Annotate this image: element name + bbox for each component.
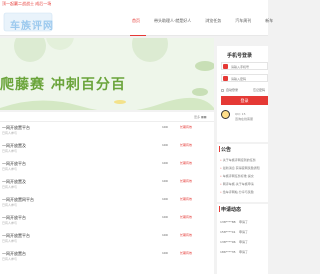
announcement-text: 给车评网帖·分享与奖励 (222, 190, 254, 194)
announcement-item[interactable]: •关于车族评网接到的任务 (220, 158, 256, 162)
row-count: 100 (162, 179, 168, 183)
row-status: 长期有效 (180, 161, 193, 165)
applicant-name: 138****88 (220, 220, 236, 224)
remember-label: 自动登录 (226, 88, 239, 92)
row-subtitle: 已有人参与 (2, 131, 18, 135)
applications-title: 申请动态 (218, 206, 242, 213)
qq-avatar-icon (221, 110, 230, 119)
page: 顶一起赢二战战士 成后一场 车族评网 首页 带头助理人·就是好人 浏览任务 汽车… (0, 0, 273, 274)
row-count: 100 (162, 197, 168, 201)
announcements-panel: 公告 •关于车族评网接到的任务 •最新消息 获得官网奖励通知 •车族评网任务标准… (217, 144, 268, 202)
applicant-name: 138****06 (220, 240, 236, 244)
forgot-password-link[interactable]: 忘记密码 (253, 88, 265, 92)
banner-slogan: 爬藤赛 冲刺百分百 (0, 77, 126, 93)
row-count: 100 (162, 143, 168, 147)
table-row[interactable]: 一网开放平台 已有人参与 100 长期有效 (0, 159, 214, 177)
row-subtitle: 已有人参与 (2, 167, 18, 171)
header: 车族评网 首页 带头助理人·就是好人 浏览任务 汽车周刊 新车 (0, 8, 273, 36)
row-count: 100 (162, 233, 168, 237)
slogan-bar: 顶一起赢二战战士 成后一场 (0, 0, 268, 8)
username-input[interactable] (231, 64, 267, 69)
main-nav: 首页 带头助理人·就是好人 浏览任务 汽车周刊 新车 (130, 18, 285, 24)
username-field[interactable] (221, 62, 268, 70)
row-subtitle: 已有人参与 (2, 185, 18, 189)
table-row[interactable]: 一网开放置平台 已有人参与 100 长期有效 (0, 231, 214, 249)
row-subtitle: 已有人参与 (2, 257, 18, 261)
row-count: 100 (162, 161, 168, 165)
table-row[interactable]: 一网开放置网平台 已有人参与 100 长期有效 (0, 195, 214, 213)
announcement-text: 车族评网任务标准 提交 (222, 174, 254, 178)
remember-me[interactable]: 自动登录 (221, 88, 238, 92)
qq-number: QQ: 15 (235, 112, 246, 116)
online-service-link[interactable]: 咨询在线客服 (235, 117, 253, 121)
announcement-item[interactable]: •最新消息 获得官网奖励通知 (220, 166, 260, 170)
row-status: 长期有效 (180, 143, 193, 147)
applicant-action: 申请了 (239, 240, 249, 244)
table-row[interactable]: 一网开放置及 已有人参与 100 长期有效 (0, 141, 214, 159)
nav-home[interactable]: 首页 (130, 18, 142, 24)
row-count: 100 (162, 125, 168, 129)
table-row[interactable]: 一网开放平台 已有人参与 100 长期有效 (0, 213, 214, 231)
nav-active-indicator (130, 35, 146, 36)
row-count: 100 (162, 215, 168, 219)
row-status: 长期有效 (180, 197, 193, 201)
applicant-name: 186****35 (220, 250, 236, 254)
password-field[interactable] (221, 74, 268, 82)
password-input[interactable] (231, 76, 267, 81)
lock-icon (223, 76, 228, 81)
remember-checkbox[interactable] (221, 88, 224, 92)
table-row[interactable]: 一网开放置平台 已有人参与 100 长期有效 (0, 123, 214, 141)
announcement-text: 关于车族评网接到的任务 (222, 158, 256, 162)
applicant-name: 158****41 (220, 230, 236, 234)
row-status: 长期有效 (180, 233, 193, 237)
row-subtitle: 已有人参与 (2, 203, 18, 207)
announcement-text: 最新消息 获得官网奖励通知 (222, 166, 260, 170)
logo[interactable]: 车族评网 (2, 11, 54, 33)
row-count: 100 (162, 251, 168, 255)
logo-text: 车族评网 (10, 21, 54, 32)
row-status: 长期有效 (180, 215, 193, 219)
table-row[interactable]: 一网开放置台 已有人参与 100 长期有效 (0, 249, 214, 267)
nav-helpers[interactable]: 带头助理人·就是好人 (152, 18, 193, 24)
slogan-text: 顶一起赢二战战士 成后一场 (2, 1, 52, 6)
list-header: 更多 ■■ (0, 112, 214, 122)
announcement-text: 网评车族·关于车族申请 (222, 182, 254, 186)
row-subtitle: 已有人参与 (2, 149, 18, 153)
applicant-action: 申请了 (239, 250, 249, 254)
announcement-item[interactable]: •给车评网帖·分享与奖励 (220, 190, 254, 194)
row-subtitle: 已有人参与 (2, 239, 18, 243)
announcements-title: 公告 (218, 146, 232, 153)
row-status: 长期有效 (180, 179, 193, 183)
row-status: 长期有效 (180, 251, 193, 255)
applicant-action: 申请了 (239, 220, 249, 224)
applications-panel: 申请动态 138****88 申请了 158****41 申请了 138****… (217, 204, 268, 274)
applicant-action: 申请了 (239, 230, 249, 234)
list-more-link[interactable]: 更多 ■■ (194, 115, 207, 119)
nav-new-cars[interactable]: 新车 (263, 18, 275, 24)
nav-weekly[interactable]: 汽车周刊 (233, 18, 253, 24)
task-list: 更多 ■■ 一网开放置平台 已有人参与 100 长期有效 一网开放置及 已有人参… (0, 112, 214, 274)
row-subtitle: 已有人参与 (2, 221, 18, 225)
announcement-item[interactable]: •网评车族·关于车族申请 (220, 182, 254, 186)
banner[interactable]: 爬藤赛 冲刺百分百 (0, 38, 214, 110)
nav-tasks[interactable]: 浏览任务 (203, 18, 223, 24)
login-title: 手机号登录 (227, 53, 253, 59)
login-button[interactable]: 登录 (221, 96, 268, 105)
row-status: 长期有效 (180, 125, 193, 129)
announcement-item[interactable]: •车族评网任务标准 提交 (220, 174, 254, 178)
user-icon (223, 64, 228, 69)
login-panel: 手机号登录 自动登录 忘记密码 登录 QQ: 15 咨询在线客服 (217, 46, 268, 142)
table-row[interactable]: 一网开放置及 已有人参与 100 长期有效 (0, 177, 214, 195)
